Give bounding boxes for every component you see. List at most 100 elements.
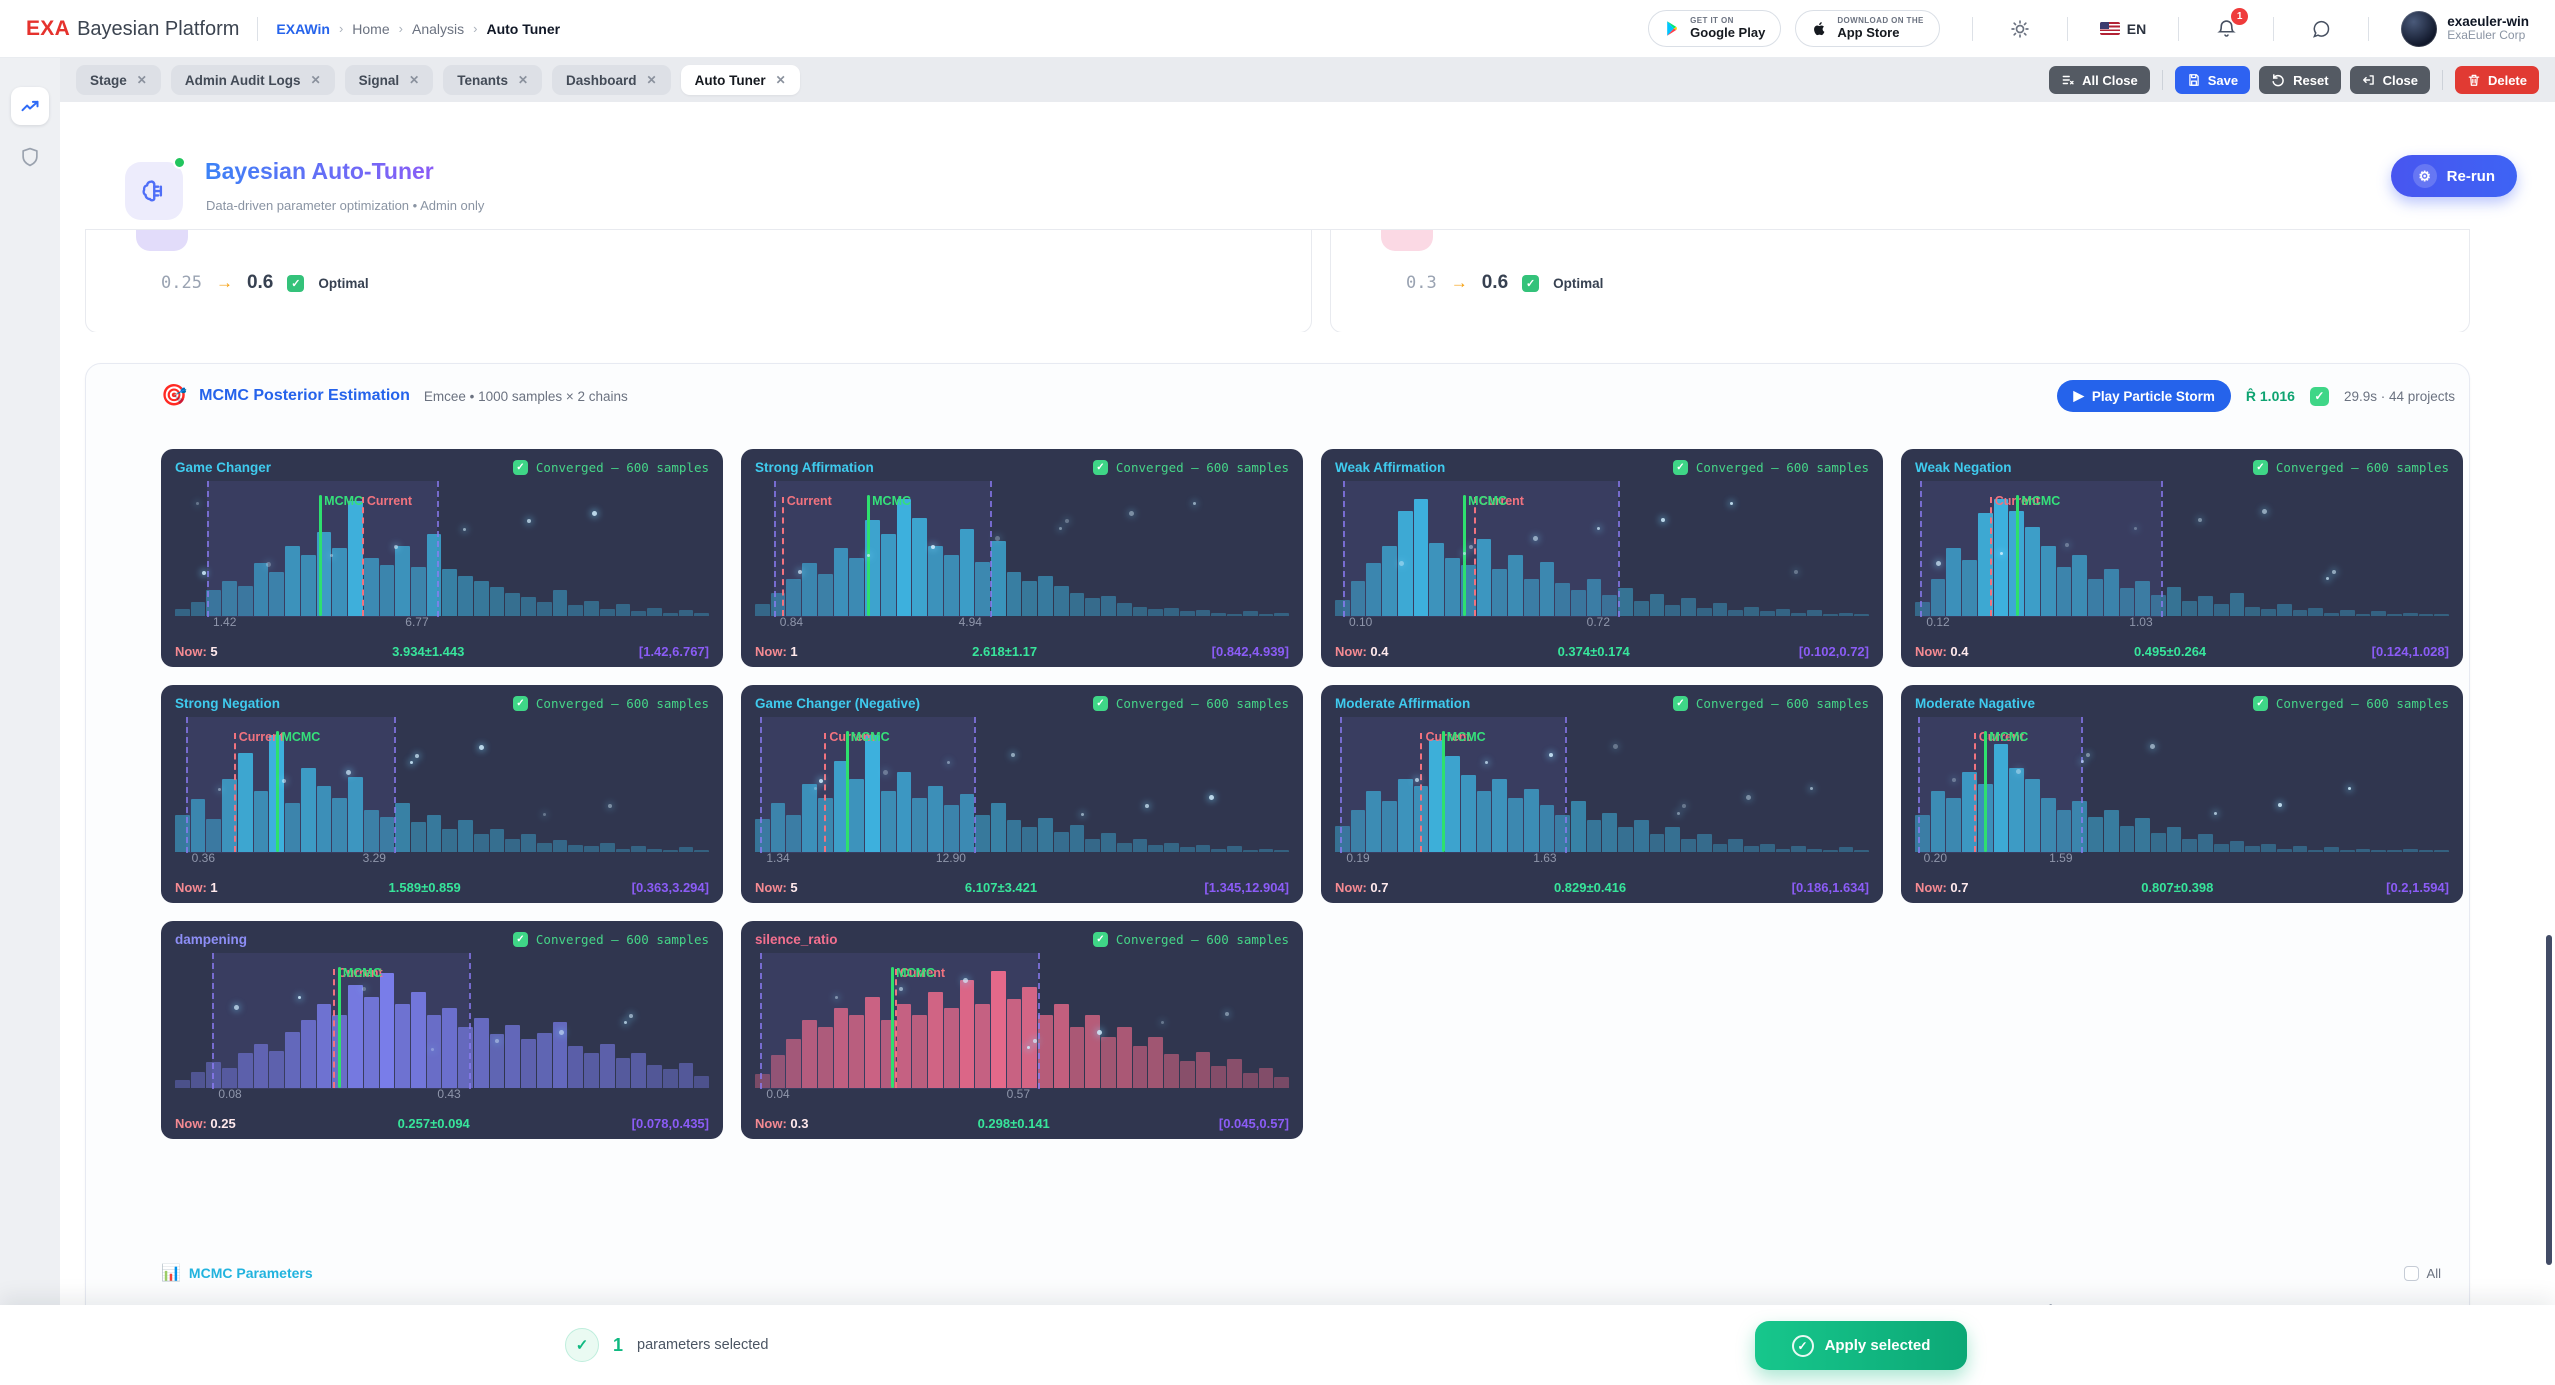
- axis-label-high: 1.63: [1533, 851, 1556, 865]
- sidebar-item-analytics[interactable]: [11, 87, 49, 125]
- tab-signal[interactable]: Signal✕: [345, 65, 434, 95]
- mcmc-line-label: MCMC: [281, 730, 320, 744]
- hist-bar: [1196, 610, 1211, 616]
- now-value: Now: 0.4: [1915, 644, 1968, 659]
- hist-bar: [1117, 843, 1132, 852]
- tile-stats-row: Now: 0.70.829±0.416[0.186,1.634]: [1335, 880, 1869, 895]
- old-value: 0.3: [1406, 273, 1437, 293]
- hist-bar: [568, 845, 583, 852]
- apply-selected-button[interactable]: ✓ Apply selected: [1755, 1321, 1967, 1370]
- sidebar-item-security[interactable]: [19, 146, 41, 173]
- tab-stage[interactable]: Stage✕: [76, 65, 161, 95]
- tab-auto-tuner[interactable]: Auto Tuner✕: [681, 65, 800, 95]
- hist-bar: [1117, 603, 1132, 616]
- old-value: 0.25: [161, 273, 202, 293]
- hdi-bound-line: [2081, 717, 2083, 853]
- tile-header: dampening✓Converged — 600 samples: [175, 932, 709, 947]
- particle: [629, 1014, 633, 1018]
- button-label: Save: [2208, 73, 2238, 88]
- tab-dashboard[interactable]: Dashboard✕: [552, 65, 671, 95]
- close-icon[interactable]: ✕: [311, 73, 321, 87]
- converged-label: Converged — 600 samples: [1696, 696, 1869, 711]
- user-menu[interactable]: exaeuler-win ExaEuler Corp: [2401, 11, 2529, 47]
- mcmc-line-label: MCMC: [343, 966, 382, 980]
- hist-bar: [2261, 844, 2276, 852]
- parameter-change-row: 0.25→0.6✓Optimal: [161, 272, 369, 294]
- hist-bar: [1382, 546, 1397, 616]
- breadcrumb-app[interactable]: EXAWin: [276, 21, 330, 37]
- close-icon[interactable]: ✕: [776, 73, 786, 87]
- hist-bar: [474, 581, 489, 616]
- hist-bar: [1524, 789, 1539, 852]
- main-content: Bayesian Auto-Tuner Data-driven paramete…: [60, 102, 2555, 1385]
- us-flag-icon: [2100, 22, 2120, 35]
- user-name: exaeuler-win: [2447, 14, 2529, 30]
- hist-bar: [1070, 593, 1085, 616]
- hdi-bound-line: [2161, 481, 2163, 617]
- select-all-control[interactable]: All: [2404, 1266, 2441, 1281]
- tab-tenants[interactable]: Tenants✕: [443, 65, 542, 95]
- hist-bar: [928, 786, 943, 852]
- play-particle-storm-button[interactable]: ▶ Play Particle Storm: [2057, 380, 2230, 412]
- run-meta: 29.9s · 44 projects: [2344, 389, 2455, 404]
- exit-icon: [2362, 73, 2376, 87]
- particle: [1549, 753, 1553, 757]
- hist-bar: [1571, 801, 1586, 852]
- mcmc-mean-line: [276, 731, 279, 852]
- close-icon[interactable]: ✕: [518, 73, 528, 87]
- google-play-badge[interactable]: GET IT ON Google Play: [1648, 10, 1781, 47]
- hist-bar: [254, 1044, 269, 1088]
- vertical-scrollbar[interactable]: [2546, 935, 2552, 1265]
- delete-button[interactable]: Delete: [2455, 66, 2539, 94]
- hist-bar: [2245, 607, 2260, 616]
- close-icon[interactable]: ✕: [409, 73, 419, 87]
- reset-button[interactable]: Reset: [2259, 66, 2340, 94]
- hist-bar: [944, 1008, 959, 1088]
- converged-badge: ✓Converged — 600 samples: [1673, 460, 1869, 475]
- breadcrumb-home[interactable]: Home: [352, 21, 389, 37]
- hist-bar: [600, 1044, 615, 1088]
- arrow-right-icon: →: [1451, 273, 1468, 293]
- particle: [1810, 787, 1813, 790]
- parameter-chip: [1381, 229, 1433, 251]
- bar-chart-icon: 📊: [161, 1263, 181, 1283]
- current-value-line: [1420, 733, 1422, 852]
- hdi-bound-line: [1618, 481, 1620, 617]
- current-value-line: [234, 733, 236, 852]
- hist-bar: [537, 602, 552, 616]
- all-close-button[interactable]: All Close: [2049, 66, 2150, 94]
- breadcrumb-analysis[interactable]: Analysis: [412, 21, 464, 37]
- now-value: Now: 1: [175, 880, 218, 895]
- close-button[interactable]: Close: [2350, 66, 2430, 94]
- tile-title: silence_ratio: [755, 932, 838, 947]
- rerun-button[interactable]: ⚙ Re-run: [2391, 155, 2517, 197]
- theme-toggle-sun-icon[interactable]: [2005, 14, 2035, 44]
- save-button[interactable]: Save: [2175, 66, 2250, 94]
- posterior-tile: silence_ratio✓Converged — 600 samplesCur…: [741, 921, 1303, 1139]
- play-label: Play Particle Storm: [2092, 389, 2215, 404]
- notifications-bell-icon[interactable]: 1: [2211, 14, 2241, 44]
- particle: [202, 571, 206, 575]
- now-value: Now: 0.25: [175, 1116, 236, 1131]
- hist-bar: [1508, 798, 1523, 852]
- particle: [2198, 518, 2202, 522]
- close-icon[interactable]: ✕: [647, 73, 657, 87]
- tab-admin-audit-logs[interactable]: Admin Audit Logs✕: [171, 65, 335, 95]
- tab-strip: Stage✕ Admin Audit Logs✕ Signal✕ Tenants✕ Da…: [60, 58, 2555, 102]
- histogram-bars: [1915, 499, 2449, 616]
- chat-bubble-icon[interactable]: [2306, 14, 2336, 44]
- hist-bar: [1776, 849, 1791, 853]
- hist-bar: [1994, 499, 2009, 616]
- hist-bar: [2356, 849, 2371, 853]
- app-logo[interactable]: EXA Bayesian Platform: [26, 17, 239, 41]
- mcmc-posterior-card: 🎯 MCMC Posterior Estimation Emcee • 1000…: [85, 363, 2470, 1385]
- close-icon[interactable]: ✕: [137, 73, 147, 87]
- now-value: Now: 0.4: [1335, 644, 1388, 659]
- hdi-interval-value: [0.363,3.294]: [632, 880, 709, 895]
- app-store-badge[interactable]: DOWNLOAD ON THE App Store: [1795, 10, 1939, 47]
- hist-bar: [2167, 827, 2182, 852]
- select-all-checkbox[interactable]: [2404, 1266, 2419, 1281]
- language-selector[interactable]: EN: [2100, 21, 2146, 37]
- mcmc-line-label: MCMC: [1989, 730, 2028, 744]
- particle: [1597, 527, 1600, 530]
